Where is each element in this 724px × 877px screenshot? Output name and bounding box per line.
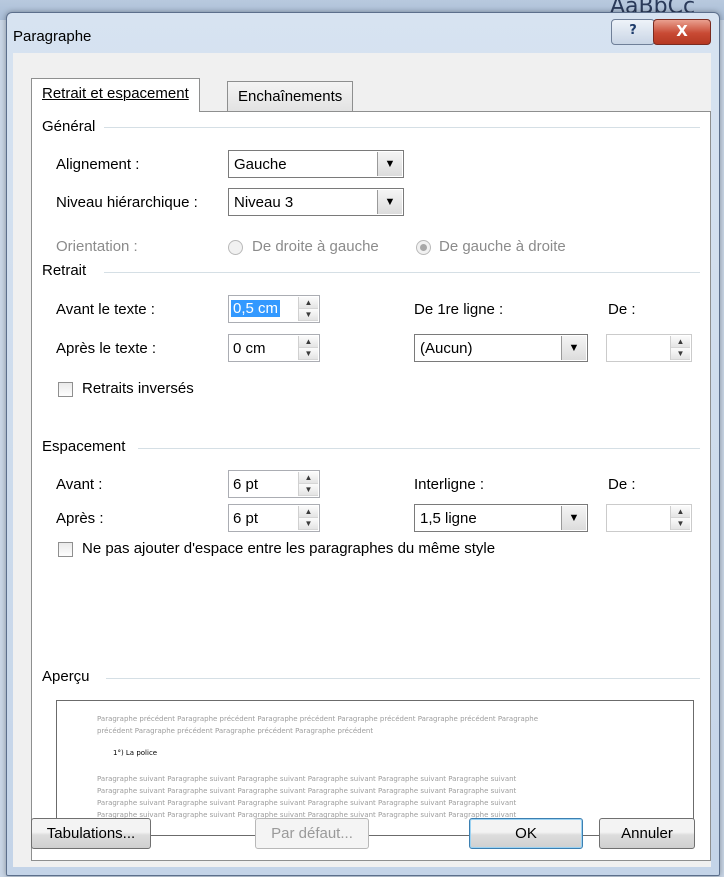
first-line-label: De 1re ligne :: [414, 301, 504, 318]
indent-before-label: Avant le texte :: [56, 301, 155, 318]
spacing-after-label: Après :: [56, 510, 104, 527]
mirror-indents-label[interactable]: Retraits inversés: [82, 380, 194, 397]
paragraph-dialog: Paragraphe ? X Retrait et espacement Enc…: [6, 12, 720, 876]
indent-before-spinner[interactable]: 0,5 cm ▲ ▼: [228, 295, 320, 323]
spacing-after-value[interactable]: 6 pt: [233, 510, 258, 527]
dialog-title: Paragraphe: [13, 28, 92, 45]
general-heading: Général: [42, 118, 96, 135]
divider: [138, 448, 700, 449]
spacing-heading: Espacement: [42, 438, 126, 455]
spinner-buttons[interactable]: ▲ ▼: [670, 336, 690, 360]
indent-by-spinner[interactable]: ▲ ▼: [606, 334, 692, 362]
spinner-buttons[interactable]: ▲ ▼: [670, 506, 690, 530]
arrow-down-icon[interactable]: ▼: [299, 348, 318, 360]
first-line-select[interactable]: (Aucun) ▼: [414, 334, 588, 362]
line-spacing-select[interactable]: 1,5 ligne ▼: [414, 504, 588, 532]
radio-ltr[interactable]: [416, 240, 431, 255]
indent-before-value[interactable]: 0,5 cm: [231, 300, 281, 317]
preview-heading: Aperçu: [42, 668, 90, 685]
spinner-buttons[interactable]: ▲ ▼: [298, 506, 318, 530]
preview-following-line: Paragraphe suivant Paragraphe suivant Pa…: [97, 799, 517, 807]
tab-line-page-breaks[interactable]: Enchaînements: [227, 81, 354, 112]
arrow-up-icon[interactable]: ▲: [299, 336, 318, 348]
preview-current-paragraph: 1°) La police: [113, 749, 158, 757]
preview-pane: Paragraphe précédent Paragraphe précéden…: [56, 700, 694, 836]
no-space-label[interactable]: Ne pas ajouter d'espace entre les paragr…: [82, 540, 495, 557]
alignment-select[interactable]: Gauche ▼: [228, 150, 404, 178]
mirror-indents-checkbox[interactable]: [58, 382, 73, 397]
line-spacing-label: Interligne :: [414, 476, 485, 493]
spacing-before-spinner[interactable]: 6 pt ▲ ▼: [228, 470, 320, 498]
help-button[interactable]: ?: [611, 19, 655, 45]
indent-by-label: De :: [608, 301, 636, 318]
tab-label: Enchaînements: [238, 88, 343, 105]
set-default-button[interactable]: Par défaut...: [255, 818, 369, 849]
arrow-up-icon[interactable]: ▲: [299, 506, 318, 518]
divider: [106, 678, 700, 679]
tab-label: Retrait et espacement: [42, 85, 189, 102]
indent-heading: Retrait: [42, 262, 87, 279]
spinner-buttons[interactable]: ▲ ▼: [298, 472, 318, 496]
arrow-down-icon[interactable]: ▼: [299, 484, 318, 496]
indent-after-spinner[interactable]: 0 cm ▲ ▼: [228, 334, 320, 362]
arrow-up-icon[interactable]: ▲: [671, 506, 690, 518]
arrow-down-icon[interactable]: ▼: [671, 348, 690, 360]
spinner-buttons[interactable]: ▲ ▼: [298, 297, 318, 321]
radio-rtl[interactable]: [228, 240, 243, 255]
spacing-at-spinner[interactable]: ▲ ▼: [606, 504, 692, 532]
arrow-down-icon[interactable]: ▼: [299, 309, 318, 321]
chevron-down-icon[interactable]: ▼: [561, 506, 586, 530]
chevron-down-icon[interactable]: ▼: [561, 336, 586, 360]
chevron-down-icon[interactable]: ▼: [377, 152, 402, 176]
arrow-up-icon[interactable]: ▲: [299, 472, 318, 484]
line-spacing-value: 1,5 ligne: [420, 510, 477, 527]
arrow-up-icon[interactable]: ▲: [671, 336, 690, 348]
indent-after-value[interactable]: 0 cm: [233, 340, 266, 357]
chevron-down-icon[interactable]: ▼: [377, 190, 402, 214]
preview-following-line: Paragraphe suivant Paragraphe suivant Pa…: [97, 775, 517, 783]
spacing-at-label: De :: [608, 476, 636, 493]
dialog-body: Retrait et espacement Enchaînements Géné…: [13, 53, 711, 867]
arrow-down-icon[interactable]: ▼: [671, 518, 690, 530]
outline-level-value: Niveau 3: [234, 194, 294, 211]
spacing-before-label: Avant :: [56, 476, 103, 493]
radio-ltr-label[interactable]: De gauche à droite: [439, 238, 566, 255]
ok-button[interactable]: OK: [469, 818, 583, 849]
preview-previous-line: Paragraphe précédent Paragraphe précéden…: [97, 715, 539, 723]
arrow-down-icon[interactable]: ▼: [299, 518, 318, 530]
spacing-after-spinner[interactable]: 6 pt ▲ ▼: [228, 504, 320, 532]
alignment-value: Gauche: [234, 156, 287, 173]
tabs-button[interactable]: Tabulations...: [31, 818, 151, 849]
alignment-label: Alignement :: [56, 156, 140, 173]
cancel-button[interactable]: Annuler: [599, 818, 695, 849]
outline-level-label: Niveau hiérarchique :: [56, 194, 198, 211]
close-button[interactable]: X: [653, 19, 711, 45]
no-space-checkbox[interactable]: [58, 542, 73, 557]
orientation-label: Orientation :: [56, 238, 138, 255]
divider: [104, 127, 700, 128]
tab-indents-spacing[interactable]: Retrait et espacement: [31, 78, 200, 112]
first-line-value: (Aucun): [420, 340, 473, 357]
radio-rtl-label[interactable]: De droite à gauche: [252, 238, 379, 255]
spacing-before-value[interactable]: 6 pt: [233, 476, 258, 493]
divider: [104, 272, 700, 273]
arrow-up-icon[interactable]: ▲: [299, 297, 318, 309]
outline-level-select[interactable]: Niveau 3 ▼: [228, 188, 404, 216]
spinner-buttons[interactable]: ▲ ▼: [298, 336, 318, 360]
preview-previous-line: précédent Paragraphe précédent Paragraph…: [97, 727, 374, 735]
title-bar[interactable]: Paragraphe ? X: [7, 13, 719, 53]
tab-page: Général Alignement : Gauche ▼ Niveau hié…: [31, 111, 711, 861]
indent-after-label: Après le texte :: [56, 340, 157, 357]
preview-following-line: Paragraphe suivant Paragraphe suivant Pa…: [97, 787, 517, 795]
